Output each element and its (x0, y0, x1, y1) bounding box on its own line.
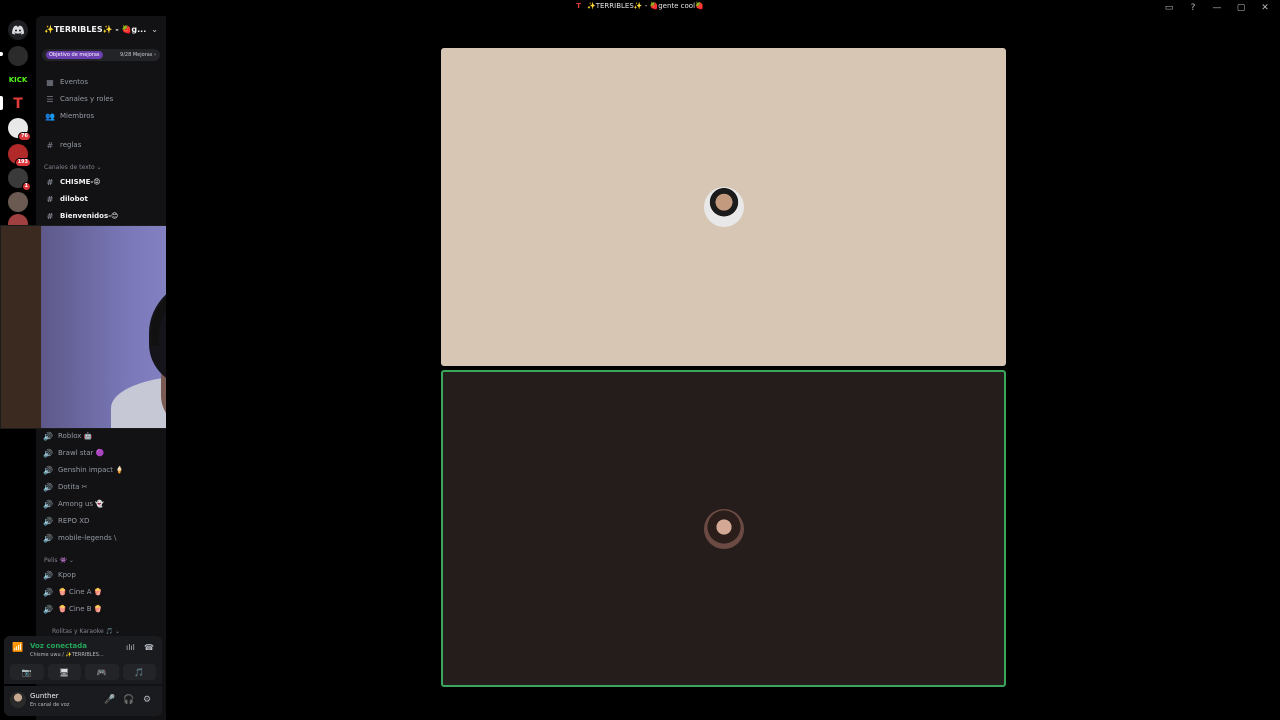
server-name: ✨TERRIBLES✨ - 🍓g... (44, 24, 147, 34)
user-status: En canal de voz (30, 702, 70, 708)
microphone-icon[interactable]: 🎤 (104, 695, 115, 705)
server-header[interactable]: ✨TERRIBLES✨ - 🍓g... ⌄ (36, 16, 166, 42)
voice-channel-among-us[interactable]: 🔊 Among us 👻 (40, 497, 158, 511)
speaker-icon: 🔊 (43, 499, 53, 509)
discord-home-icon[interactable] (8, 20, 28, 40)
voice-channel-mobile-legends[interactable]: 🔊 mobile-legends \ (40, 531, 158, 545)
voice-channel-roblox[interactable]: 🔊 Roblox 🤖 (40, 429, 158, 443)
noise-suppression-icon[interactable]: ılıl (126, 643, 135, 652)
voice-channel-name[interactable]: Chisme uwu / ✨TERRIBLES... (30, 652, 104, 658)
notification-badge: 193 (14, 158, 31, 167)
signal-icon[interactable]: 📶 (12, 643, 23, 653)
speaker-icon: 🔊 (43, 533, 53, 543)
category-karaoke[interactable]: Rolitas y Karaoke 🎵 ⌄ (52, 628, 120, 635)
voice-connected-panel: 📶 Voz conectada Chisme uwu / ✨TERRIBLES.… (4, 636, 162, 684)
speaker-icon: 🔊 (43, 570, 53, 580)
server-icon[interactable] (8, 192, 28, 212)
speaker-icon: 🔊 (43, 465, 53, 475)
boost-goal-label: Objetivo de mejoras (46, 51, 103, 59)
server-icon-kick[interactable]: KICK (8, 70, 28, 90)
channel-dilobot[interactable]: # dilobot (42, 192, 160, 206)
boost-progress-bar[interactable]: Objetivo de mejoras 9/28 Mejoras › (42, 49, 160, 61)
minimize-button[interactable]: — (1210, 1, 1224, 15)
voice-channel-kpop[interactable]: 🔊 Kpop (40, 568, 158, 582)
screen-share-button[interactable]: 🖥 (47, 664, 81, 680)
voice-call-stage (166, 16, 1280, 720)
nav-channels-roles[interactable]: ☰ Canales y roles (42, 92, 160, 106)
list-icon: ☰ (46, 94, 54, 104)
hash-icon: # (46, 194, 54, 204)
unread-indicator (0, 52, 3, 56)
voice-channel-cine-a[interactable]: 🔊 🍿 Cine A 🍿 (40, 585, 158, 599)
participant-avatar (703, 187, 744, 227)
headphones-icon[interactable]: 🎧 (123, 695, 134, 705)
speaker-icon: 🔊 (43, 516, 53, 526)
username[interactable]: Gunther (30, 692, 59, 700)
server-icon[interactable]: 193 (8, 144, 31, 167)
webcam-door (1, 226, 41, 428)
server-icon[interactable]: 76 (8, 118, 31, 141)
channel-chisme[interactable]: # CHISME-😡 (42, 175, 160, 189)
gear-icon[interactable]: ⚙ (143, 695, 151, 705)
nav-members[interactable]: 👥 Miembros (42, 109, 160, 123)
camera-off-button[interactable]: 📷 (10, 664, 44, 680)
boost-count: 9/28 Mejoras › (120, 52, 156, 58)
maximize-button[interactable]: ▢ (1234, 1, 1248, 15)
voice-channel-dotita[interactable]: 🔊 Dotita ✂ (40, 480, 158, 494)
hash-icon: # (46, 140, 54, 150)
hash-icon: # (46, 177, 54, 187)
speaker-icon: 🔊 (43, 482, 53, 492)
server-icon[interactable]: 1 (8, 168, 31, 191)
members-icon: 👥 (45, 111, 55, 121)
window-title: T ✨TERRIBLES✨ - 🍓gente cool🍓 (576, 2, 704, 10)
voice-actions: 📷 🖥 🎮 🎵 (10, 664, 156, 680)
user-panel: Gunther En canal de voz 🎤 🎧 ⚙ (4, 686, 162, 716)
selected-server-indicator (0, 96, 3, 110)
channel-rules[interactable]: # reglas (42, 138, 160, 152)
server-logo-icon: T (576, 2, 582, 10)
participant-avatar (703, 508, 744, 549)
soundboard-button[interactable]: 🎵 (122, 664, 156, 680)
voice-channel-brawl-star[interactable]: 🔊 Brawl star 🟣 (40, 446, 158, 460)
server-icon[interactable] (8, 46, 28, 66)
speaker-icon: 🔊 (43, 431, 53, 441)
voice-channel-cine-b[interactable]: 🔊 🍿 Cine B 🍿 (40, 602, 158, 616)
server-icon-terribles[interactable]: T (8, 94, 28, 114)
channel-bienvenidos[interactable]: # Bienvenidos-😊 (42, 209, 160, 223)
nav-events[interactable]: ▦ Eventos (42, 75, 160, 89)
voice-channel-genshin[interactable]: 🔊 Genshin impact 🍦 (40, 463, 158, 477)
close-button[interactable]: ✕ (1258, 1, 1272, 15)
speaker-icon: 🔊 (43, 604, 53, 614)
participant-tile[interactable] (441, 48, 1006, 366)
notification-badge: 1 (21, 182, 31, 191)
participant-tile-speaking[interactable] (441, 370, 1006, 687)
activities-button[interactable]: 🎮 (85, 664, 119, 680)
hash-icon: # (46, 211, 54, 221)
speaker-icon: 🔊 (43, 587, 53, 597)
window-controls: ▭ ? — ▢ ✕ (1162, 1, 1272, 15)
help-icon[interactable]: ? (1186, 1, 1200, 15)
speaker-icon: 🔊 (43, 448, 53, 458)
voice-channel-repo[interactable]: 🔊 REPO XD (40, 514, 158, 528)
voice-status[interactable]: Voz conectada (30, 642, 87, 650)
calendar-icon: ▦ (46, 77, 54, 87)
category-pelis[interactable]: Pelis 👾 ⌄ (44, 557, 74, 564)
avatar[interactable] (10, 692, 26, 708)
category-text-channels[interactable]: Canales de texto ⌄ (44, 164, 102, 171)
inbox-icon[interactable]: ▭ (1162, 1, 1176, 15)
title-bar: T ✨TERRIBLES✨ - 🍓gente cool🍓 ▭ ? — ▢ ✕ (0, 0, 1280, 16)
notification-badge: 76 (18, 132, 31, 141)
chevron-down-icon: ⌄ (151, 24, 158, 34)
disconnect-icon[interactable]: ☎ (144, 643, 154, 652)
